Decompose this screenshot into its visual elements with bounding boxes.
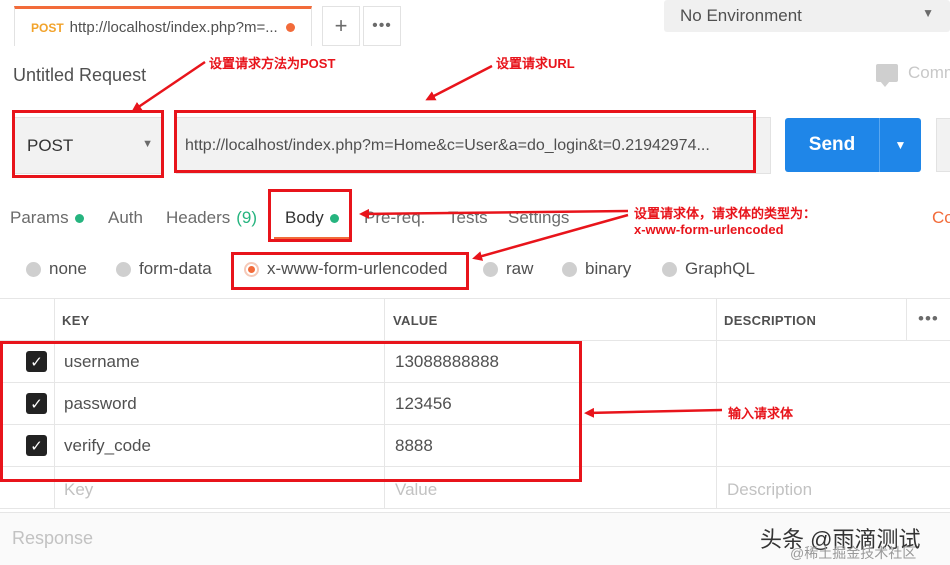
- annotation-input-text: 输入请求体: [728, 406, 794, 421]
- annotation-url-text: 设置请求URL: [496, 56, 575, 71]
- annotation-arrows: [131, 60, 723, 418]
- annotation-body-text: 设置请求体，请求体的类型为：: [634, 206, 817, 221]
- annotation-method-text: 设置请求方法为POST: [209, 56, 336, 71]
- annotation-body-type-text: x-www-form-urlencoded: [634, 222, 784, 237]
